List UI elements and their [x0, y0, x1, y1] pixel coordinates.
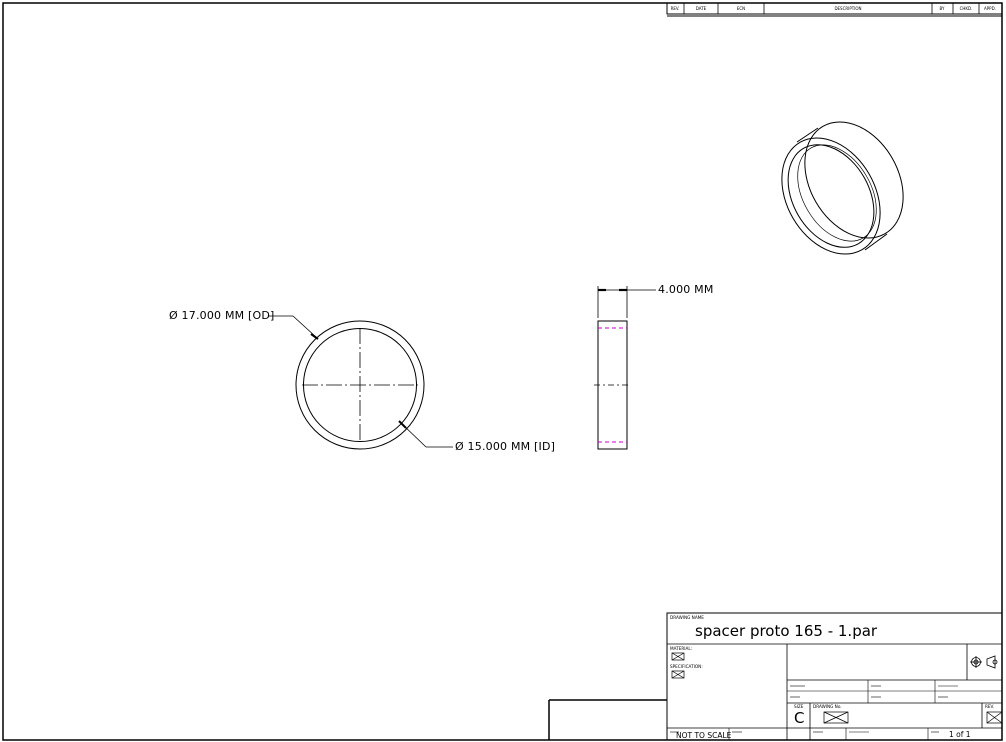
inner-diameter-label: Ø 15.000 MM [ID] [455, 440, 555, 453]
material-label: MATERIAL: [670, 646, 692, 651]
outer-diameter-callout: Ø 17.000 MM [OD] [169, 309, 319, 340]
size-value: C [794, 709, 804, 727]
side-view [594, 320, 631, 450]
outer-diameter-label: Ø 17.000 MM [OD] [169, 309, 275, 322]
sheet-number: 1 of 1 [949, 730, 971, 739]
rev-header-description: DESCRIPTION [834, 6, 861, 11]
specification-placeholder-icon [671, 670, 685, 679]
drawing-name: spacer proto 165 - 1.par [695, 622, 878, 640]
specification-label: SPECIFICATION: [670, 664, 703, 669]
thickness-label: 4.000 MM [658, 283, 714, 296]
rev-header-chkd: CHKD. [960, 6, 973, 11]
front-view [295, 320, 425, 450]
rev-header-rev: REV. [671, 6, 680, 11]
drawing-name-label: DRAWING NAME [670, 615, 704, 620]
material-placeholder-icon [671, 652, 685, 661]
projection-symbol-icon [970, 655, 998, 669]
inner-diameter-callout: Ø 15.000 MM [ID] [398, 420, 555, 453]
scale-note: NOT TO SCALE [676, 731, 732, 740]
thickness-dimension: 4.000 MM [597, 283, 714, 318]
rev-header-by: BY [940, 6, 946, 11]
rev-header-ecn: ECN [737, 6, 745, 11]
rev-placeholder-icon [986, 711, 1003, 724]
drawing-no-label: DRAWING No. [813, 704, 842, 709]
isometric-view [781, 121, 904, 255]
revision-block: REV. DATE ECN DESCRIPTION BY CHKD. APPD. [666, 2, 1003, 17]
drawing-no-placeholder-icon [823, 711, 849, 724]
rev-header-date: DATE [696, 6, 707, 11]
drawing-sheet: REV. DATE ECN DESCRIPTION BY CHKD. APPD.… [2, 2, 1003, 741]
title-block: DRAWING NAME spacer proto 165 - 1.par MA… [666, 612, 1003, 741]
rev-label: REV. [985, 704, 994, 709]
rev-header-appd: APPD. [984, 6, 996, 11]
